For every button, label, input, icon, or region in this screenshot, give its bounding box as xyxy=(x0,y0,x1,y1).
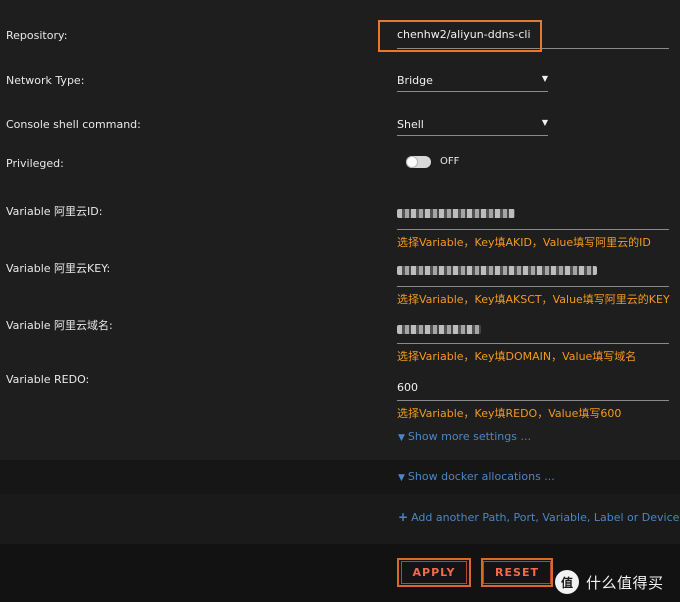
var-redo-input[interactable]: 600 xyxy=(397,381,418,394)
var-id-hint: 选择Variable，Key填AKID，Value填写阿里云的ID xyxy=(397,236,651,249)
var-domain-value-redacted[interactable] xyxy=(397,325,481,334)
console-shell-select[interactable]: Shell ▼ xyxy=(397,118,548,136)
show-more-settings-text: Show more settings ... xyxy=(407,430,531,443)
var-key-hint: 选择Variable，Key填AKSCT，Value填写阿里云的KEY xyxy=(397,293,670,306)
docker-allocations-band xyxy=(0,460,680,494)
var-domain-underline xyxy=(397,343,669,344)
add-another-link[interactable]: + Add another Path, Port, Variable, Label… xyxy=(398,510,679,524)
network-type-label: Network Type: xyxy=(6,74,85,87)
select-caret-icon: ▼ xyxy=(541,118,548,127)
network-type-underline xyxy=(397,91,548,92)
plus-icon: + xyxy=(398,510,409,524)
settings-panel xyxy=(0,0,680,460)
var-key-underline xyxy=(397,286,669,287)
apply-button-label: APPLY xyxy=(400,561,468,584)
privileged-state: OFF xyxy=(440,156,460,167)
privileged-toggle[interactable] xyxy=(406,156,431,168)
show-docker-allocations-text: Show docker allocations ... xyxy=(407,470,555,483)
show-more-settings-link[interactable]: ▼ Show more settings ... xyxy=(398,430,531,443)
var-redo-underline xyxy=(397,400,669,401)
watermark: 值 什么值得买 xyxy=(555,570,664,594)
console-shell-underline xyxy=(397,135,548,136)
toggle-knob xyxy=(407,157,417,167)
reset-button[interactable]: RESET xyxy=(481,558,553,587)
var-redo-label: Variable REDO: xyxy=(6,373,90,386)
var-id-underline xyxy=(397,229,669,230)
console-shell-label: Console shell command: xyxy=(6,118,141,131)
select-caret-icon: ▼ xyxy=(541,74,548,83)
chevron-down-icon: ▼ xyxy=(398,433,405,443)
apply-button[interactable]: APPLY xyxy=(397,558,471,587)
show-docker-allocations-link[interactable]: ▼ Show docker allocations ... xyxy=(398,470,555,483)
var-domain-label: Variable 阿里云域名: xyxy=(6,319,113,332)
var-redo-hint: 选择Variable，Key填REDO，Value填写600 xyxy=(397,407,622,420)
var-id-label: Variable 阿里云ID: xyxy=(6,205,103,218)
add-another-text: Add another Path, Port, Variable, Label … xyxy=(411,511,680,524)
chevron-down-icon: ▼ xyxy=(398,473,405,483)
repository-label: Repository: xyxy=(6,29,68,42)
reset-button-label: RESET xyxy=(483,561,551,584)
watermark-logo-icon: 值 xyxy=(555,570,579,594)
var-domain-hint: 选择Variable，Key填DOMAIN，Value填写域名 xyxy=(397,350,637,363)
network-type-value: Bridge xyxy=(397,74,433,87)
repository-highlight-box xyxy=(378,20,542,52)
privileged-label: Privileged: xyxy=(6,157,64,170)
network-type-select[interactable]: Bridge ▼ xyxy=(397,74,548,92)
var-key-value-redacted[interactable] xyxy=(397,266,597,275)
var-key-label: Variable 阿里云KEY: xyxy=(6,262,111,275)
var-id-value-redacted[interactable] xyxy=(397,209,515,218)
console-shell-value: Shell xyxy=(397,118,424,131)
watermark-text: 什么值得买 xyxy=(586,573,664,592)
